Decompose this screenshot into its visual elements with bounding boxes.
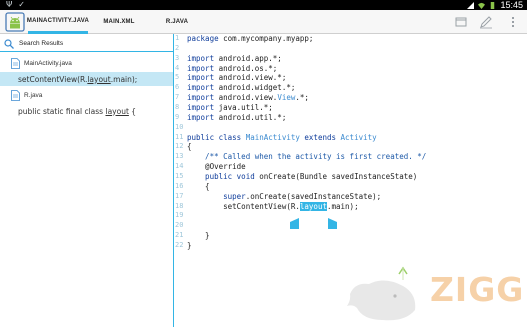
line-number: 14 — [175, 162, 184, 171]
watermark-logo: ZIGG — [345, 264, 525, 324]
line-number: 20 — [175, 221, 184, 230]
pencil-icon[interactable] — [478, 14, 494, 30]
result-prefix: setContentView(R. — [18, 74, 88, 84]
watermark-text: ZIGG — [430, 270, 525, 309]
file-name: R.java — [24, 91, 43, 99]
line-number: 2 — [175, 43, 180, 52]
search-result-item[interactable]: public static final class layout { — [0, 104, 173, 118]
code-line: import android.view.View.*; — [187, 93, 309, 103]
code-line: setContentView(R.layout.main); — [187, 201, 359, 211]
code-line: public void onCreate(Bundle savedInstanc… — [187, 172, 418, 182]
search-results-panel: Search Results MainActivity.java setCont… — [0, 34, 174, 327]
line-number: 21 — [175, 231, 184, 240]
search-result-item[interactable]: setContentView(R.layout.main); — [0, 72, 173, 86]
code-line: import android.util.*; — [187, 112, 287, 122]
code-line: @Override — [187, 162, 246, 172]
line-number: 1 — [175, 34, 180, 42]
selection-handle-end[interactable] — [328, 218, 337, 229]
code-line: public class MainActivity extends Activi… — [187, 132, 377, 142]
line-number: 4 — [175, 63, 180, 72]
code-line: super.onCreate(savedInstanceState); — [187, 191, 382, 201]
usb-icon: Ψ — [6, 0, 13, 9]
line-number-gutter: 1 2 3 4 5 6 7 8 9 10 11 12 13 14 15 16 1… — [175, 34, 187, 251]
search-results-label: Search Results — [19, 40, 64, 47]
line-number: 15 — [175, 172, 184, 181]
result-suffix: .main); — [110, 74, 138, 84]
code-line: import java.util.*; — [187, 103, 273, 113]
code-line: import android.app.*; — [187, 53, 282, 63]
code-line: { — [187, 181, 210, 191]
selection-handle-start[interactable] — [290, 218, 299, 229]
line-number: 10 — [175, 122, 184, 131]
code-line: package com.mycompany.myapp; — [187, 34, 314, 43]
file-icon — [11, 89, 20, 101]
app-logo-icon[interactable] — [4, 11, 26, 33]
clock: 15:45 — [500, 0, 523, 10]
highlighted-match[interactable]: layout — [299, 201, 327, 211]
line-number: 12 — [175, 142, 184, 151]
line-number: 5 — [175, 73, 180, 82]
result-match: layout — [87, 74, 111, 84]
signal-icon — [467, 1, 475, 9]
search-results-header[interactable]: Search Results — [0, 36, 173, 52]
battery-icon — [491, 1, 495, 9]
result-suffix: { — [128, 106, 137, 116]
line-number: 11 — [175, 132, 184, 141]
line-number: 13 — [175, 152, 184, 161]
line-number: 19 — [175, 211, 184, 220]
result-prefix: public static final class — [18, 106, 106, 116]
line-number: 3 — [175, 53, 180, 62]
tab-mainactivity-java[interactable]: MAINACTIVITY.JAVA — [27, 10, 89, 34]
result-file-mainactivity[interactable]: MainActivity.java — [0, 56, 173, 70]
notification-icons: Ψ ✓ — [6, 0, 25, 10]
code-line: import android.view.*; — [187, 73, 287, 83]
file-name: MainActivity.java — [24, 59, 72, 67]
system-icons: 15:45 — [467, 0, 523, 10]
code-line: } — [187, 231, 210, 241]
tab-main-xml[interactable]: MAIN.XML — [94, 10, 144, 34]
overflow-menu-icon[interactable] — [505, 14, 521, 30]
action-bar: MAINACTIVITY.JAVA MAIN.XML R.JAVA — [0, 10, 527, 34]
code-line: import android.widget.*; — [187, 83, 296, 93]
wifi-icon — [478, 2, 486, 9]
search-icon — [4, 38, 14, 49]
result-match: layout — [105, 106, 129, 116]
code-line: import android.os.*; — [187, 63, 278, 73]
status-bar: Ψ ✓ 15:45 — [0, 0, 527, 10]
line-number: 18 — [175, 201, 184, 210]
line-number: 9 — [175, 112, 180, 121]
code-line: /** Called when the activity is first cr… — [187, 152, 427, 162]
line-number: 6 — [175, 83, 180, 92]
file-icon — [11, 57, 20, 69]
line-number: 17 — [175, 191, 184, 200]
window-icon[interactable] — [453, 14, 469, 30]
whale-icon — [347, 266, 416, 321]
tab-r-java[interactable]: R.JAVA — [152, 10, 202, 34]
result-file-r-java[interactable]: R.java — [0, 88, 173, 102]
check-icon: ✓ — [18, 0, 25, 9]
line-number: 7 — [175, 93, 180, 102]
line-number: 8 — [175, 103, 180, 112]
line-number: 16 — [175, 181, 184, 190]
line-number: 22 — [175, 241, 184, 250]
code-line: { — [187, 142, 192, 152]
code-text[interactable]: package com.mycompany.myapp; import andr… — [187, 34, 426, 251]
code-line: } — [187, 241, 192, 251]
